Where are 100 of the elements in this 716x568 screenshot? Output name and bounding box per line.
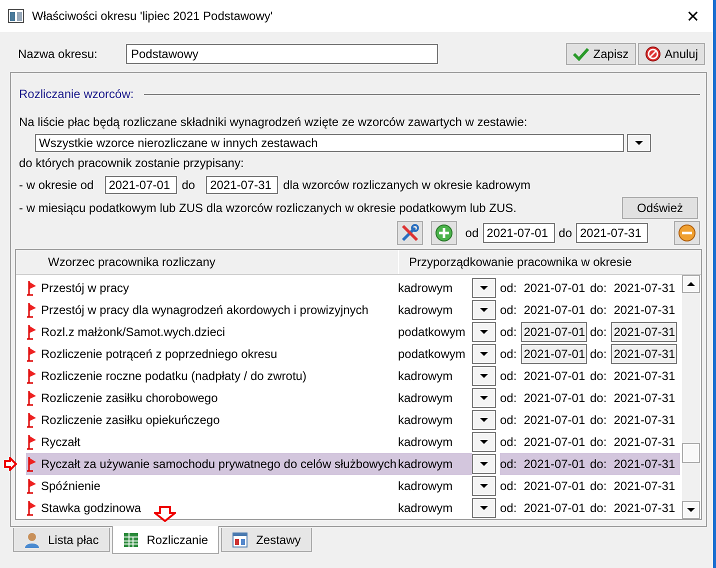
to-label: do: <box>590 479 608 493</box>
table-cell: kadrowym <box>398 479 453 493</box>
date-field[interactable]: 2021-07-31 <box>610 344 677 364</box>
table-cell: Przestój w pracy <box>41 281 130 295</box>
table-cell-text: 2021-07-31 <box>612 434 676 451</box>
table-cell: Rozliczenie potrąceń z poprzedniego okresu <box>41 347 278 361</box>
to-label: do: <box>590 303 608 317</box>
table-row[interactable]: Rozliczenie potrąceń z poprzedniego okresu <box>26 343 398 365</box>
table-cell: Rozliczenie zasiłku opiekuńczego <box>41 413 220 427</box>
close-button[interactable]: ✕ <box>673 1 713 31</box>
table-cell: kadrowym <box>398 501 453 515</box>
table-cell: kadrowym <box>398 413 453 427</box>
table-cell-text: 2021-07-01 <box>522 456 586 473</box>
date-field[interactable]: 2021-07-01 <box>520 344 587 364</box>
refresh-button[interactable]: Odśwież <box>622 197 698 220</box>
table-cell: Rozl.z małżonk/Samot.wych.dzieci <box>41 325 226 339</box>
field-label: Nazwa okresu: <box>17 47 98 61</box>
date-field[interactable]: 2021-07-31 <box>610 322 677 342</box>
to-label: do: <box>590 457 608 471</box>
table-row[interactable]: Rozl.z małżonk/Samot.wych.dzieci <box>26 321 398 343</box>
from-label: od: <box>500 457 518 471</box>
to-label: do: <box>590 281 608 295</box>
from-label: od: <box>500 413 518 427</box>
save-button[interactable]: Zapisz <box>566 43 636 65</box>
to-label: do: <box>590 325 608 339</box>
assigned-text: do których pracownik zostanie przypisany: <box>18 155 245 172</box>
table-cell: Ryczałt <box>41 435 80 449</box>
table-row[interactable]: Ryczałt <box>26 431 398 453</box>
from-label: od: <box>500 501 518 515</box>
date-field[interactable]: 2021-07-01 <box>520 322 587 342</box>
to-label: do: <box>590 347 608 361</box>
period-suffix: dla wzorców rozliczanych w okresie kadrowym <box>283 178 530 192</box>
table-cell-text: 2021-07-01 <box>522 434 586 451</box>
table-cell: Spóźnienie <box>41 479 100 493</box>
table-cell: Rozliczenie roczne podatku (nadpłaty / do zwrotu) <box>41 369 306 383</box>
date-field[interactable]: 2021-07-01 <box>104 176 177 194</box>
table-cell-text: 2021-07-01 <box>522 280 586 297</box>
table-cell-text: 2021-07-31 <box>612 280 676 297</box>
table-row[interactable]: Rozliczenie zasiłku chorobowego <box>26 387 398 409</box>
table-cell-text: 2021-07-31 <box>612 500 676 517</box>
table-row[interactable]: Rozliczenie zasiłku opiekuńczego <box>26 409 398 431</box>
date-field[interactable]: 2021-07-31 <box>576 223 648 244</box>
set-dropdown[interactable]: Wszystkie wzorce nierozliczane w innych zestawach <box>35 134 624 152</box>
table-cell-text: 2021-07-01 <box>522 412 586 429</box>
cancel-button[interactable]: Anuluj <box>638 43 705 65</box>
table-cell: kadrowym <box>398 391 453 405</box>
table-cell: kadrowym <box>398 281 453 295</box>
from-label: od: <box>500 347 518 361</box>
to-label: do: <box>590 391 608 405</box>
to-label: do <box>558 226 572 240</box>
to-label: do: <box>590 501 608 515</box>
table-cell-text: 2021-07-01 <box>522 368 586 385</box>
from-label: od: <box>500 281 518 295</box>
table-cell-text: 2021-07-01 <box>522 390 586 407</box>
table-row[interactable]: Spóźnienie <box>26 475 398 497</box>
from-label: od: <box>500 435 518 449</box>
table-cell-text: 2021-07-31 <box>612 390 676 407</box>
table-cell: kadrowym <box>398 369 453 383</box>
table-cell-text: 2021-07-31 <box>612 368 676 385</box>
table-cell: podatkowym <box>398 325 466 339</box>
from-label: od: <box>500 391 518 405</box>
date-field[interactable]: 2021-07-31 <box>206 176 278 194</box>
table-cell: kadrowym <box>398 303 453 317</box>
intro-text: Na liście płac będą rozliczane składniki wynagrodzeń wzięte ze wzorców zawartych w zestawie: <box>18 114 528 131</box>
table-cell-text: 2021-07-01 <box>522 302 586 319</box>
window-title: Właściwości okresu 'lipiec 2021 Podstawowy' <box>32 9 274 23</box>
column-header[interactable]: Wzorzec pracownika rozliczany <box>32 250 399 274</box>
from-label: od: <box>500 369 518 383</box>
table-cell: kadrowym <box>398 435 453 449</box>
table-cell: Ryczałt za używanie samochodu prywatnego do celów służbowych <box>41 457 397 471</box>
table-row[interactable]: Przestój w pracy dla wynagrodzeń akordowych i prowizyjnych <box>26 299 398 321</box>
table-row[interactable]: Ryczałt za używanie samochodu prywatnego do celów służbowych <box>26 453 398 475</box>
table-row[interactable]: Stawka godzinowa <box>26 497 398 519</box>
tab[interactable]: Zestawy <box>221 528 312 552</box>
table-cell: podatkowym <box>398 347 466 361</box>
table-cell-text: 2021-07-31 <box>612 412 676 429</box>
to-label: do <box>182 178 196 192</box>
table-cell-text: 2021-07-01 <box>522 478 586 495</box>
from-label: od: <box>500 325 518 339</box>
table-cell-text: 2021-07-01 <box>522 500 586 517</box>
table-cell-text: 2021-07-31 <box>612 456 676 473</box>
table-row[interactable]: Przestój w pracy <box>26 277 398 299</box>
table-cell-text: 2021-07-31 <box>612 478 676 495</box>
table-row[interactable]: Rozliczenie roczne podatku (nadpłaty / do zwrotu) <box>26 365 398 387</box>
table-cell: Przestój w pracy dla wynagrodzeń akordowych i prowizyjnych <box>41 303 368 317</box>
name-field[interactable]: Podstawowy <box>126 44 438 64</box>
table-cell: Stawka godzinowa <box>41 501 142 515</box>
to-label: do: <box>590 369 608 383</box>
from-label: od: <box>500 479 518 493</box>
table-cell-text: 2021-07-31 <box>612 302 676 319</box>
tab[interactable]: Lista płac <box>13 528 110 552</box>
group-title: Rozliczanie wzorców: <box>19 87 134 102</box>
table-cell: kadrowym <box>398 457 453 471</box>
from-label: od: <box>500 303 518 317</box>
tax-text: - w miesiącu podatkowym lub ZUS dla wzorców rozliczanych w okresie podatkowym lub ZUS. <box>19 201 517 216</box>
period-prefix: - w okresie od <box>19 178 94 192</box>
date-field[interactable]: 2021-07-01 <box>482 223 555 244</box>
to-label: do: <box>590 435 608 449</box>
column-header[interactable]: Przyporządkowanie pracownika w okresie <box>399 250 701 274</box>
to-label: do: <box>590 413 608 427</box>
